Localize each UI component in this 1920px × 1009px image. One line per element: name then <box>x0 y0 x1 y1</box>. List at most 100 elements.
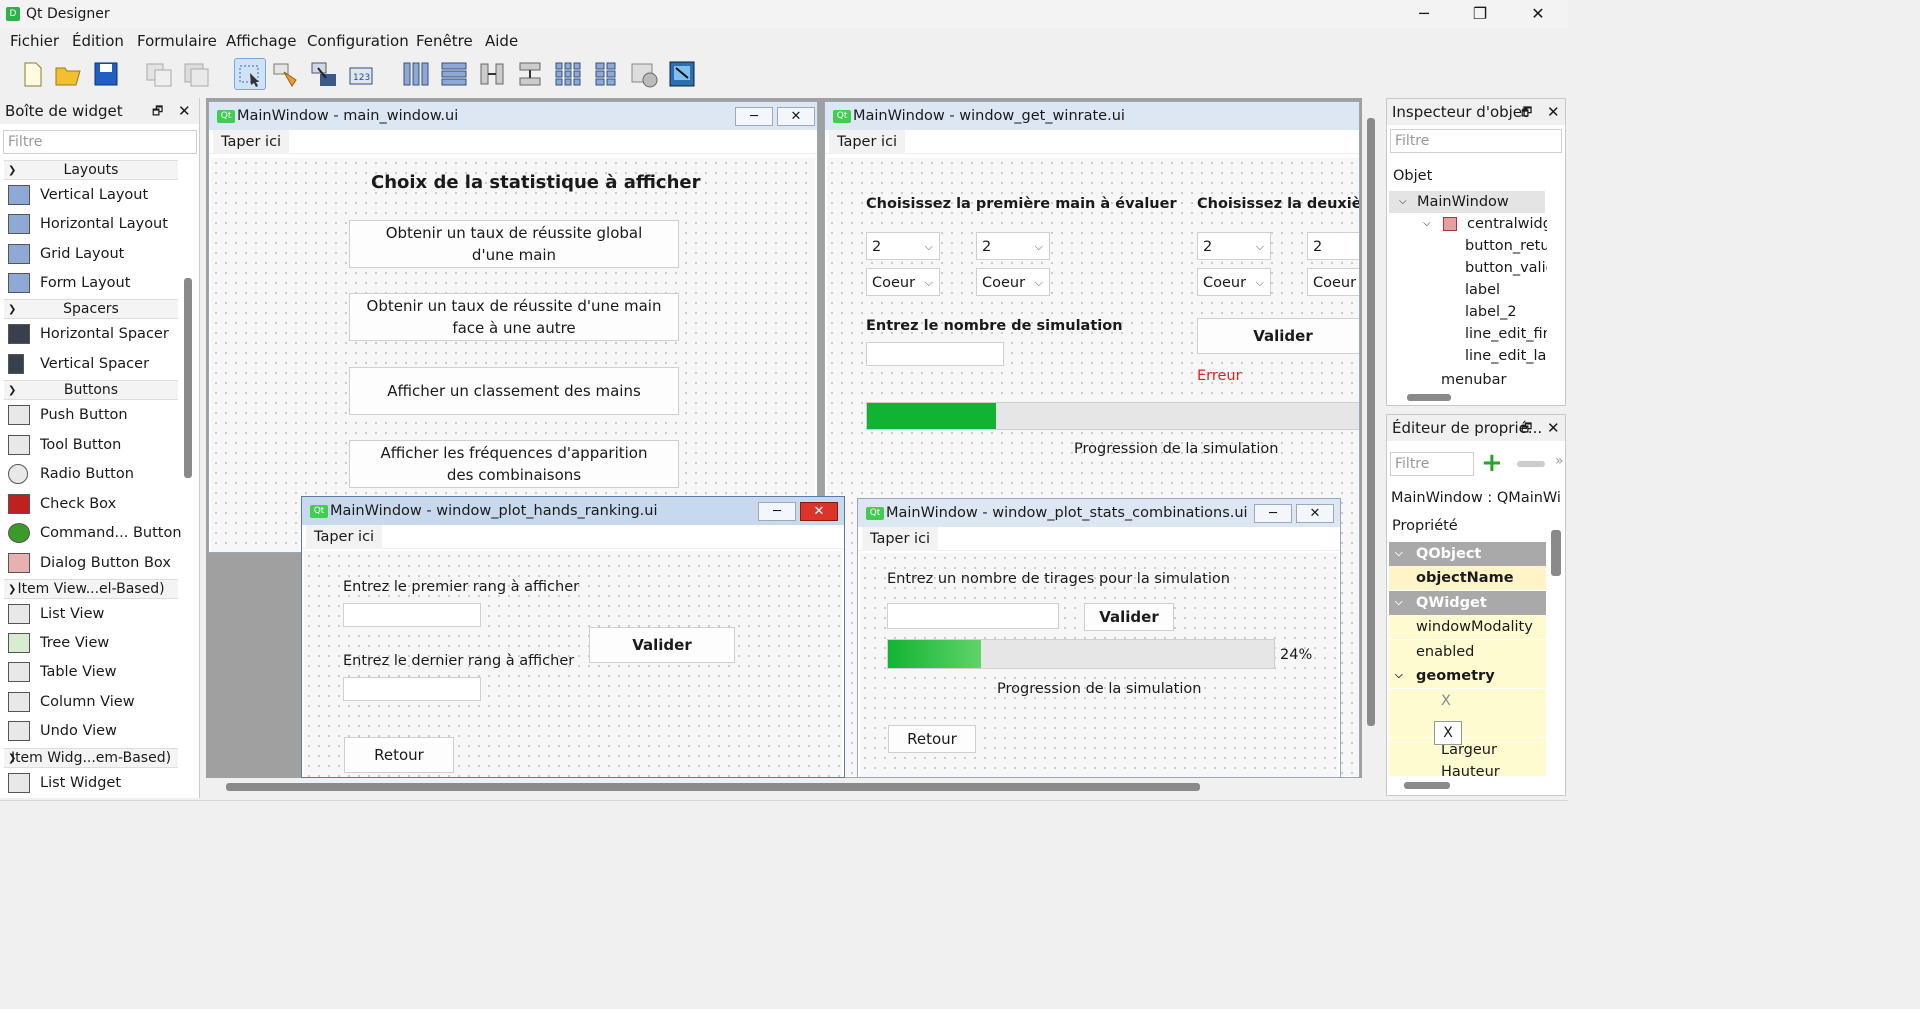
subwindow-close-icon[interactable]: ✕ <box>800 502 838 521</box>
mdi-vertical-scrollbar[interactable] <box>1362 98 1382 778</box>
property-group-qobject[interactable]: ⌵ QObject <box>1389 542 1546 566</box>
float-dock-icon[interactable]: 🗗 <box>1521 99 1532 125</box>
widget-vertical-layout[interactable]: Vertical Layout <box>6 182 148 208</box>
widget-list-widget[interactable]: List Widget <box>6 770 121 796</box>
tree-item-menubar[interactable]: menubar <box>1441 369 1506 391</box>
first-hand-suit1-combo[interactable]: Coeur ⌵ <box>866 268 940 296</box>
widget-tree-view[interactable]: Tree View <box>6 630 109 656</box>
splitter-horizontal-icon[interactable] <box>476 58 508 90</box>
last-rank-input[interactable] <box>343 677 481 701</box>
form-menubar[interactable]: Taper ici <box>302 525 844 549</box>
draws-input[interactable] <box>887 603 1059 629</box>
category-item-view[interactable]: ❯ Item View...el-Based) <box>4 579 178 599</box>
close-dock-icon[interactable]: ✕ <box>1547 415 1560 441</box>
second-hand-rank2-combo[interactable]: 2 <box>1307 232 1359 260</box>
second-hand-rank1-combo[interactable]: 2 ⌵ <box>1197 232 1271 260</box>
save-icon[interactable] <box>90 58 122 90</box>
subwindow-minimize-icon[interactable]: ─ <box>735 107 773 126</box>
menu-configuration[interactable]: Configuration <box>307 32 409 50</box>
property-geometry-height[interactable]: Hauteur <box>1389 762 1546 776</box>
subwindow-close-icon[interactable]: ✕ <box>1296 504 1334 523</box>
category-layouts[interactable]: ❯ Layouts <box>4 160 178 180</box>
layout-horizontal-icon[interactable] <box>400 58 432 90</box>
property-objectname[interactable]: objectName <box>1389 566 1546 590</box>
mdi-horizontal-scrollbar[interactable] <box>206 778 1382 796</box>
hands-ranking-button[interactable]: Afficher un classement des mains <box>349 367 679 415</box>
tab-order-icon[interactable]: 123 <box>346 58 378 90</box>
widget-dialog-button-box[interactable]: Dialog Button Box <box>6 550 171 576</box>
widget-undo-view[interactable]: Undo View <box>6 718 117 744</box>
first-hand-rank2-combo[interactable]: 2 ⌵ <box>976 232 1050 260</box>
property-windowmodality[interactable]: windowModality <box>1389 615 1546 639</box>
maximize-window-icon[interactable]: ❐ <box>1460 4 1500 24</box>
menu-affichage[interactable]: Affichage <box>226 32 296 50</box>
copy-icon[interactable] <box>143 58 175 90</box>
tree-item-mainwindow[interactable]: ⌵ MainWindow <box>1389 191 1545 213</box>
menu-edition[interactable]: Édition <box>72 32 124 50</box>
form-menubar[interactable]: Taper ici <box>858 527 1340 551</box>
splitter-vertical-icon[interactable] <box>514 58 546 90</box>
tree-item-label[interactable]: label <box>1465 279 1500 301</box>
menu-placeholder[interactable]: Taper ici <box>829 130 906 154</box>
property-geometry[interactable]: ⌵ geometry <box>1389 664 1546 688</box>
subwindow-minimize-icon[interactable]: ─ <box>758 502 796 521</box>
layout-form-icon[interactable] <box>590 58 622 90</box>
buddy-icon[interactable] <box>308 58 340 90</box>
subwindow-stats-combinations[interactable]: Qt MainWindow - window_plot_stats_combin… <box>857 498 1341 778</box>
subwindow-title-bar[interactable]: Qt MainWindow - window_get_winrate.ui <box>825 102 1359 130</box>
second-hand-suit2-combo[interactable]: Coeur <box>1307 268 1359 296</box>
signal-slot-icon[interactable] <box>270 58 302 90</box>
category-spacers[interactable]: ❯ Spacers <box>4 299 178 319</box>
category-buttons[interactable]: ❯ Buttons <box>4 380 178 400</box>
tree-item-line-edit-first[interactable]: line_edit_firs <box>1465 323 1547 345</box>
widget-grid-layout[interactable]: Grid Layout <box>6 241 124 267</box>
menu-formulaire[interactable]: Formulaire <box>137 32 217 50</box>
nb-simulation-input[interactable] <box>866 342 1004 366</box>
widget-table-view[interactable]: Table View <box>6 659 117 685</box>
property-scrollbar[interactable] <box>1551 530 1561 576</box>
global-winrate-button[interactable]: Obtenir un taux de réussite global d'une … <box>349 220 679 268</box>
property-filter-input[interactable]: Filtre <box>1390 452 1474 476</box>
head-to-head-winrate-button[interactable]: Obtenir un taux de réussite d'une main fa… <box>349 293 679 341</box>
combination-frequencies-button[interactable]: Afficher les fréquences d'apparition des … <box>349 440 679 488</box>
widget-column-view[interactable]: Column View <box>6 689 135 715</box>
first-rank-input[interactable] <box>343 603 481 627</box>
back-button[interactable]: Retour <box>344 737 454 773</box>
widget-push-button[interactable]: Push Button <box>6 402 128 428</box>
menu-aide[interactable]: Aide <box>485 32 518 50</box>
tree-item-line-edit-last[interactable]: line_edit_last <box>1465 345 1547 367</box>
widget-radio-button[interactable]: Radio Button <box>6 461 134 487</box>
subwindow-minimize-icon[interactable]: ─ <box>1254 504 1292 523</box>
menu-placeholder[interactable]: Taper ici <box>213 130 290 154</box>
widget-vertical-spacer[interactable]: Vertical Spacer <box>6 351 149 377</box>
form-menubar[interactable]: Taper ici <box>825 130 1359 154</box>
adjust-size-icon[interactable] <box>666 58 698 90</box>
widget-filter-input[interactable]: Filtre <box>3 130 197 154</box>
property-group-qwidget[interactable]: ⌵ QWidget <box>1389 591 1546 615</box>
new-file-icon[interactable] <box>16 58 48 90</box>
validate-button[interactable]: Valider <box>589 627 735 663</box>
menu-placeholder[interactable]: Taper ici <box>306 525 383 549</box>
property-geometry-width[interactable]: Largeur <box>1389 738 1546 762</box>
widget-form-layout[interactable]: Form Layout <box>6 270 130 296</box>
widget-check-box[interactable]: Check Box <box>6 491 116 517</box>
property-geometry-y[interactable] <box>1389 713 1546 737</box>
close-dock-icon[interactable]: ✕ <box>178 98 191 124</box>
property-geometry-x[interactable]: X <box>1389 689 1546 713</box>
close-window-icon[interactable]: ✕ <box>1518 4 1558 24</box>
tree-item-button-retour[interactable]: button_retur <box>1465 235 1547 257</box>
add-dynamic-property-icon[interactable]: + <box>1481 449 1503 477</box>
subwindow-main-window[interactable]: Qt MainWindow - main_window.ui ─ ✕ Taper… <box>208 101 818 553</box>
subwindow-title-bar[interactable]: Qt MainWindow - window_plot_hands_rankin… <box>302 497 844 525</box>
remove-property-icon[interactable] <box>1517 461 1545 467</box>
object-filter-input[interactable]: Filtre <box>1390 129 1562 153</box>
menu-fenetre[interactable]: Fenêtre <box>416 32 473 50</box>
float-dock-icon[interactable]: 🗗 <box>1521 415 1532 441</box>
break-layout-icon[interactable] <box>628 58 660 90</box>
first-hand-rank1-combo[interactable]: 2 ⌵ <box>866 232 940 260</box>
widget-tool-button[interactable]: Tool Button <box>6 432 121 458</box>
tool-menu-icon[interactable]: » <box>1555 453 1564 469</box>
open-folder-icon[interactable] <box>52 58 84 90</box>
minimize-window-icon[interactable]: ─ <box>1404 4 1444 24</box>
object-tree-scroll-thumb[interactable] <box>1407 394 1451 401</box>
